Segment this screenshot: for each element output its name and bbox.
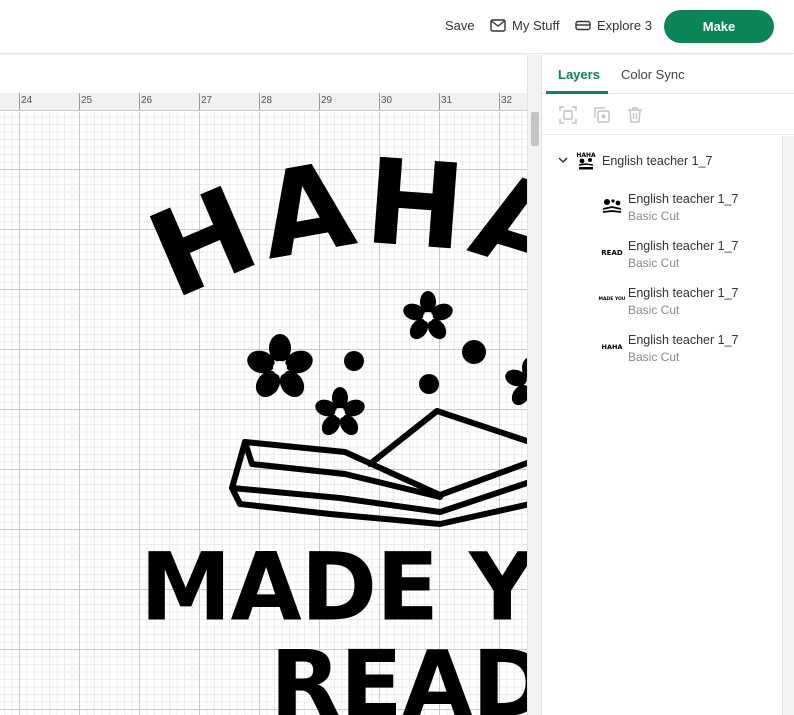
delete-icon[interactable] bbox=[625, 105, 645, 125]
layer-operation: Basic Cut bbox=[628, 350, 680, 364]
layer-thumbnail bbox=[600, 194, 624, 218]
layer-name: English teacher 1_7 bbox=[628, 192, 739, 206]
group-icon[interactable] bbox=[558, 105, 578, 125]
tab-layers[interactable]: Layers bbox=[558, 67, 600, 82]
chevron-down-icon[interactable] bbox=[557, 154, 569, 166]
layer-group[interactable]: HAHA English teacher 1_7 bbox=[542, 146, 782, 176]
top-bar: Save My Stuff Explore 3 Make bbox=[0, 0, 794, 54]
thumbnail-text: HAHA bbox=[601, 342, 623, 351]
ruler-mark: 24 bbox=[21, 95, 33, 106]
layer-operation: Basic Cut bbox=[628, 209, 680, 223]
layers-scrollbar[interactable] bbox=[782, 136, 794, 715]
ruler-mark: 31 bbox=[441, 95, 453, 106]
ruler-mark: 29 bbox=[321, 95, 333, 106]
layer-toolbar bbox=[542, 95, 794, 135]
ruler-mark: 25 bbox=[81, 95, 93, 106]
layer-thumbnail: HAHA bbox=[600, 335, 624, 359]
mail-icon bbox=[490, 19, 506, 32]
flower-icon bbox=[247, 334, 313, 398]
thumbnail-text: READ bbox=[601, 248, 623, 257]
layer-name: English teacher 1_7 bbox=[628, 333, 739, 347]
my-stuff-button[interactable]: My Stuff bbox=[490, 18, 559, 33]
save-label: Save bbox=[445, 18, 475, 33]
layer-name: English teacher 1_7 bbox=[628, 286, 739, 300]
layer-item[interactable]: HAHA English teacher 1_7 Basic Cut bbox=[542, 331, 782, 371]
made-you-text: MADE YOU bbox=[140, 532, 528, 643]
ruler-mark: 32 bbox=[501, 95, 513, 106]
scrollbar-thumb[interactable] bbox=[531, 112, 539, 146]
ruler-mark: 30 bbox=[381, 95, 393, 106]
group-thumbnail: HAHA bbox=[574, 149, 598, 173]
save-button[interactable]: Save bbox=[445, 18, 475, 33]
design-artwork[interactable]: HAHA bbox=[0, 112, 528, 715]
layer-item[interactable]: READ English teacher 1_7 Basic Cut bbox=[542, 237, 782, 277]
duplicate-icon[interactable] bbox=[592, 105, 612, 125]
cutting-machine-icon bbox=[575, 20, 591, 30]
active-tab-indicator bbox=[546, 91, 608, 94]
layer-thumbnail: MADE YOU bbox=[598, 288, 626, 312]
my-stuff-label: My Stuff bbox=[512, 18, 560, 33]
book-icon bbox=[229, 408, 528, 527]
dot-shape bbox=[344, 351, 364, 371]
canvas-scrollbar[interactable] bbox=[527, 55, 541, 715]
machine-label: Explore 3 bbox=[597, 18, 652, 33]
machine-selector[interactable]: Explore 3 bbox=[575, 18, 652, 33]
layer-item[interactable]: English teacher 1_7 Basic Cut bbox=[542, 190, 782, 230]
layer-name: English teacher 1_7 bbox=[628, 239, 739, 253]
horizontal-ruler: 24 25 26 27 28 29 30 31 32 bbox=[0, 93, 528, 111]
ruler-mark: 28 bbox=[261, 95, 273, 106]
dot-shape bbox=[419, 374, 439, 394]
ruler-mark: 26 bbox=[141, 95, 153, 106]
thumbnail-text: HAHA bbox=[576, 152, 596, 159]
make-button[interactable]: Make bbox=[664, 10, 774, 43]
layer-operation: Basic Cut bbox=[628, 256, 680, 270]
flower-icon bbox=[315, 387, 365, 436]
ruler-mark: 27 bbox=[201, 95, 213, 106]
flower-icon bbox=[403, 291, 453, 340]
tab-color-sync[interactable]: Color Sync bbox=[621, 67, 685, 82]
group-name: English teacher 1_7 bbox=[602, 154, 713, 168]
read-text: READ bbox=[270, 631, 528, 715]
layers-panel: Layers Color Sync HAHA English teacher 1… bbox=[541, 55, 794, 715]
flower-icon bbox=[505, 357, 528, 406]
panel-tabs: Layers Color Sync bbox=[542, 55, 794, 94]
layer-thumbnail: READ bbox=[600, 241, 624, 265]
thumbnail-text: MADE YOU bbox=[598, 296, 626, 302]
layer-operation: Basic Cut bbox=[628, 303, 680, 317]
dot-shape bbox=[462, 340, 486, 364]
layer-item[interactable]: MADE YOU English teacher 1_7 Basic Cut bbox=[542, 284, 782, 324]
layers-list: HAHA English teacher 1_7 English teacher… bbox=[542, 136, 782, 715]
design-canvas[interactable]: 24 25 26 27 28 29 30 31 32 HAHA bbox=[0, 55, 541, 715]
